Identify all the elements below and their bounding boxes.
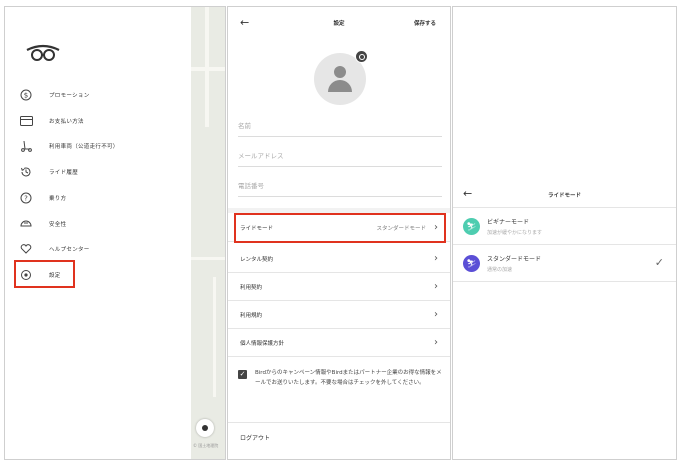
rental-agreement-row[interactable]: レンタル契約 › bbox=[228, 245, 450, 273]
locate-me-button[interactable] bbox=[196, 419, 214, 437]
email-field[interactable]: メールアドレス bbox=[238, 145, 442, 167]
svg-text:$: $ bbox=[24, 92, 28, 100]
chevron-right-icon: › bbox=[434, 281, 438, 292]
menu-item-label: 利用車両（公道走行不可） bbox=[49, 144, 119, 150]
consent-checkbox[interactable]: ✓ bbox=[238, 370, 247, 379]
chevron-right-icon: › bbox=[434, 309, 438, 320]
option-name: スタンダードモード bbox=[487, 256, 542, 263]
map-attribution: © 国土地理院 bbox=[193, 443, 219, 448]
terms-of-use-row[interactable]: 利用契約 › bbox=[228, 273, 450, 301]
credit-card-icon bbox=[19, 114, 33, 128]
row-label: レンタル契約 bbox=[240, 256, 274, 263]
menu-item-vehicles[interactable]: 利用車両（公道走行不可） bbox=[19, 138, 179, 154]
menu-item-label: プロモーション bbox=[49, 93, 90, 99]
scooter-icon bbox=[19, 139, 33, 153]
menu-item-label: ヘルプセンター bbox=[49, 247, 90, 253]
page-title: ライドモード bbox=[547, 193, 581, 199]
help-circle-icon: ? bbox=[19, 191, 33, 205]
row-label: 利用契約 bbox=[240, 284, 263, 291]
settings-highlight bbox=[14, 260, 75, 288]
save-button[interactable]: 保存する bbox=[414, 19, 436, 27]
menu-item-payment[interactable]: お支払い方法 bbox=[19, 113, 179, 129]
history-icon bbox=[19, 165, 33, 179]
terms-row[interactable]: 利用規約 › bbox=[228, 301, 450, 329]
ride-mode-screen: ← ライドモード ⛷ ビギナーモード 加速が緩やかになります ⛷ スタンダードモ… bbox=[452, 6, 677, 460]
scooter-icon: ⛷ bbox=[463, 255, 480, 272]
map-background: © 国土地理院 bbox=[191, 7, 225, 459]
menu-item-help-center[interactable]: ヘルプセンター bbox=[19, 241, 179, 257]
menu-item-how-to-ride[interactable]: ? 乗り方 bbox=[19, 190, 179, 206]
phone-field[interactable]: 電話番号 bbox=[238, 175, 442, 197]
menu-item-promotions[interactable]: $ プロモーション bbox=[19, 87, 179, 103]
row-label: 個人情報保護方針 bbox=[240, 340, 285, 347]
menu-item-label: 乗り方 bbox=[49, 196, 67, 202]
settings-header: ← 設定 保存する bbox=[228, 7, 450, 37]
side-menu: $ プロモーション お支払い方法 利用車両（公道走行不可） ライド履歴 ? 乗り… bbox=[5, 7, 191, 459]
helmet-icon bbox=[19, 217, 33, 231]
settings-screen: ← 設定 保存する 名前 メールアドレス 電話番号 ライドモード スタンダードモ… bbox=[227, 6, 451, 460]
option-description: 通常の加速 bbox=[487, 267, 513, 273]
scooter-icon: ⛷ bbox=[463, 218, 480, 235]
menu-item-label: お支払い方法 bbox=[49, 119, 84, 125]
checkmark-icon: ✓ bbox=[654, 256, 664, 269]
bird-logo-icon bbox=[23, 42, 63, 68]
logout-button[interactable]: ログアウト bbox=[228, 422, 450, 452]
standard-mode-option[interactable]: ⛷ スタンダードモード 通常の加速 ✓ bbox=[453, 246, 676, 282]
side-menu-screen: $ プロモーション お支払い方法 利用車両（公道走行不可） ライド履歴 ? 乗り… bbox=[4, 6, 226, 460]
privacy-policy-row[interactable]: 個人情報保護方針 › bbox=[228, 329, 450, 357]
option-name: ビギナーモード bbox=[487, 219, 530, 226]
dollar-circle-icon: $ bbox=[19, 88, 33, 102]
menu-item-label: 安全性 bbox=[49, 222, 67, 228]
menu-item-ride-history[interactable]: ライド履歴 bbox=[19, 164, 179, 180]
option-description: 加速が緩やかになります bbox=[487, 230, 543, 236]
row-label: 利用規約 bbox=[240, 312, 263, 319]
ride-mode-header: ← ライドモード bbox=[453, 182, 676, 208]
menu-item-label: ライド履歴 bbox=[49, 170, 79, 176]
camera-icon[interactable] bbox=[355, 50, 368, 63]
consent-text: Birdからのキャンペーン情報やBirdまたはパートナー企業のお得な情報をメール… bbox=[255, 370, 442, 386]
marketing-consent: ✓ Birdからのキャンペーン情報やBirdまたはパートナー企業のお得な情報をメ… bbox=[238, 368, 442, 388]
heart-icon bbox=[19, 242, 33, 256]
ride-mode-highlight bbox=[234, 213, 446, 243]
svg-text:?: ? bbox=[24, 195, 28, 203]
chevron-right-icon: › bbox=[434, 337, 438, 348]
beginner-mode-option[interactable]: ⛷ ビギナーモード 加速が緩やかになります bbox=[453, 209, 676, 245]
name-field[interactable]: 名前 bbox=[238, 115, 442, 137]
menu-item-safety[interactable]: 安全性 bbox=[19, 216, 179, 232]
chevron-right-icon: › bbox=[434, 253, 438, 264]
